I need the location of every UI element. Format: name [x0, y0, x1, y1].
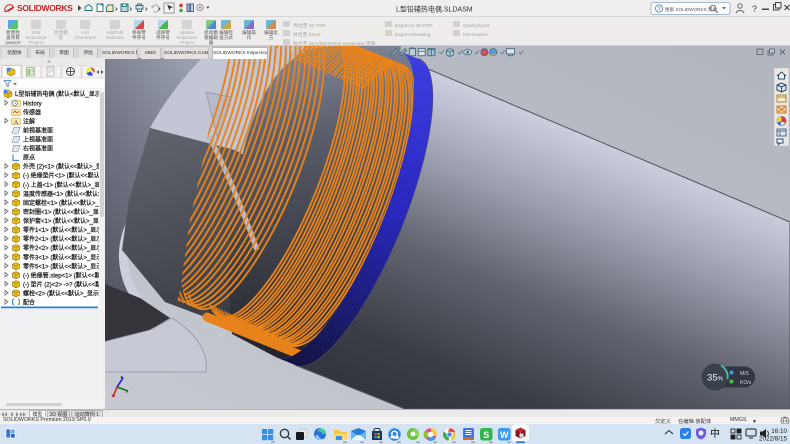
svg-text:SOLIDWORKS: SOLIDWORKS [17, 3, 73, 13]
svg-text:(-) 绝缘垫片<1> (默认<<默认>_显: (-) 绝缘垫片<1> (默认<<默认>_显 [23, 172, 105, 180]
svg-text:S: S [483, 430, 489, 440]
svg-text:保护套<1> (默认<<默认>_显示状: 保护套<1> (默认<<默认>_显示状 [23, 217, 105, 225]
svg-text:上视基准面: 上视基准面 [23, 136, 53, 144]
svg-text:W: W [500, 430, 509, 440]
svg-text:零件2<1> (默认<<默认>_显示状态: 零件2<1> (默认<<默认>_显示状态 [23, 235, 105, 243]
svg-text:传感器: 传感器 [23, 108, 41, 116]
svg-text:零件5<1> (默认<<默认>_显示状态: 零件5<1> (默认<<默认>_显示状态 [23, 262, 105, 270]
svg-text:右视基准面: 右视基准面 [23, 145, 53, 153]
svg-text:M/S: M/S [740, 371, 750, 377]
svg-text:零件2<2> (默认<<默认>_显示状态: 零件2<2> (默认<<默认>_显示状态 [23, 244, 105, 252]
svg-text:注解: 注解 [23, 117, 35, 125]
svg-text:搜索 SOLIDWORKS 帮助: 搜索 SOLIDWORKS 帮助 [665, 6, 717, 13]
svg-text:16:10: 16:10 [771, 428, 787, 435]
svg-text:零件1<1> (默认<<默认>_显示状态: 零件1<1> (默认<<默认>_显示状态 [23, 226, 105, 234]
svg-text:(-) 绝缘管.step<1> (默认<<默认>: (-) 绝缘管.step<1> (默认<<默认> [23, 271, 105, 279]
svg-text:L型铅辅热电偶 (默认<默认_显示状态-1: L型铅辅热电偶 (默认<默认_显示状态-1 [15, 90, 105, 98]
svg-text:前视基准面: 前视基准面 [23, 126, 53, 134]
svg-text:?: ? [752, 4, 757, 14]
svg-text:2022/8/15: 2022/8/15 [759, 436, 788, 443]
svg-text:外壳 (2)<1> (默认<<默认>_显示状: 外壳 (2)<1> (默认<<默认>_显示状 [23, 163, 105, 171]
svg-text:螺栓<2> (默认<<默认>_显示状态: 螺栓<2> (默认<<默认>_显示状态 [23, 290, 105, 298]
svg-text:(-) 上盖<1> (默认<<默认>_显示状: (-) 上盖<1> (默认<<默认>_显示状 [23, 181, 105, 189]
svg-text:KO/s: KO/s [740, 380, 752, 386]
svg-text:History: History [23, 101, 42, 107]
svg-text:(-) 垫片 (2)<2> ->? (默认<<默认: (-) 垫片 (2)<2> ->? (默认<<默认 [23, 281, 105, 289]
svg-text:配合: 配合 [23, 299, 35, 307]
svg-text:原点: 原点 [23, 154, 35, 162]
svg-text:A: A [14, 119, 19, 126]
svg-text:中: 中 [710, 427, 720, 440]
svg-text:密封圈<1> (默认<<默认>_显示状: 密封圈<1> (默认<<默认>_显示状 [23, 208, 105, 216]
svg-text:L型铅辅热电偶.SLDASM: L型铅辅热电偶.SLDASM [396, 5, 473, 14]
svg-text:固定螺栓<1> (默认<<默认>_显示: 固定螺栓<1> (默认<<默认>_显示 [23, 199, 105, 207]
svg-text:零件3<1> (默认<<默认>_显示状态: 零件3<1> (默认<<默认>_显示状态 [23, 253, 105, 261]
svg-text:温度传感器<1> (默认<<默认>_显: 温度传感器<1> (默认<<默认>_显 [23, 190, 105, 198]
